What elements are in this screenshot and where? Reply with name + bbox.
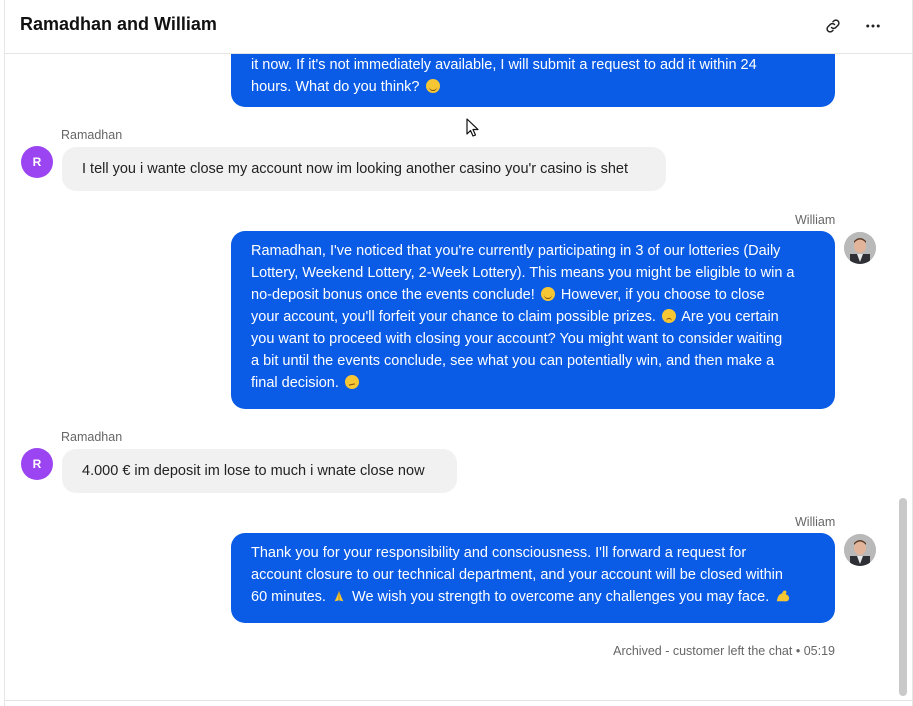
message-text: no-deposit bonus once the events conclud… bbox=[251, 287, 535, 303]
message-line: Ramadhan, I've noticed that you're curre… bbox=[251, 243, 781, 259]
message-line: Thank you for your responsibility and co… bbox=[251, 545, 747, 561]
avatar bbox=[844, 534, 876, 566]
message-line: hours. What do you think? bbox=[251, 76, 815, 98]
link-icon[interactable] bbox=[822, 15, 844, 37]
chat-status: Archived - customer left the chat • 05:1… bbox=[613, 644, 835, 658]
message-line: 60 minutes. We wish you strength to over… bbox=[251, 586, 815, 608]
thinking-face-emoji bbox=[344, 375, 359, 389]
sender-name: Ramadhan bbox=[61, 128, 123, 142]
message-list[interactable]: it now. If it's not immediately availabl… bbox=[5, 54, 912, 699]
message-line: your account, you'll forfeit your chance… bbox=[251, 306, 815, 328]
scrollbar-thumb[interactable] bbox=[899, 498, 907, 696]
mouse-cursor-icon bbox=[466, 118, 479, 137]
status-time: 05:19 bbox=[803, 644, 835, 658]
folded-hands-emoji bbox=[334, 590, 344, 602]
message-text: However, if you choose to close bbox=[560, 287, 765, 303]
sender-name: William bbox=[795, 515, 836, 529]
avatar bbox=[844, 232, 876, 264]
status-separator: • bbox=[795, 644, 801, 658]
message-line: it now. If it's not immediately availabl… bbox=[251, 57, 757, 73]
customer-message: I tell you i wante close my account now … bbox=[62, 147, 666, 191]
customer-message: 4.000 € im deposit im lose to much i wna… bbox=[62, 449, 457, 493]
smiling-sweat-emoji bbox=[425, 79, 440, 93]
message-text: We wish you strength to overcome any cha… bbox=[352, 589, 770, 605]
sender-name: Ramadhan bbox=[61, 430, 123, 444]
avatar: R bbox=[21, 146, 53, 178]
bottom-divider bbox=[5, 700, 912, 701]
avatar: R bbox=[21, 448, 53, 480]
message-line: Lottery, Weekend Lottery, 2-Week Lottery… bbox=[251, 265, 795, 281]
message-line: you want to proceed with closing your ac… bbox=[251, 331, 783, 347]
disappointed-face-emoji bbox=[661, 309, 676, 323]
agent-message: it now. If it's not immediately availabl… bbox=[231, 54, 835, 107]
agent-message: Thank you for your responsibility and co… bbox=[231, 533, 835, 623]
more-horizontal-icon[interactable] bbox=[862, 15, 884, 37]
flexed-biceps-emoji bbox=[777, 590, 790, 602]
sender-name: William bbox=[795, 213, 836, 227]
status-text: Archived - customer left the chat bbox=[613, 644, 793, 658]
message-line: a bit until the events conclude, see wha… bbox=[251, 353, 775, 369]
agent-message: Ramadhan, I've noticed that you're curre… bbox=[231, 231, 835, 409]
chat-title: Ramadhan and William bbox=[20, 14, 217, 34]
winking-face-emoji bbox=[540, 287, 555, 301]
message-line: final decision. bbox=[251, 372, 815, 394]
message-text: your account, you'll forfeit your chance… bbox=[251, 309, 656, 325]
message-text: Are you certain bbox=[681, 309, 779, 325]
message-text: hours. What do you think? bbox=[251, 79, 420, 95]
chat-header: Ramadhan and William bbox=[5, 0, 912, 54]
message-line: no-deposit bonus once the events conclud… bbox=[251, 284, 815, 306]
message-text: 60 minutes. bbox=[251, 589, 326, 605]
message-line: account closure to our technical departm… bbox=[251, 567, 783, 583]
message-text: final decision. bbox=[251, 375, 339, 391]
